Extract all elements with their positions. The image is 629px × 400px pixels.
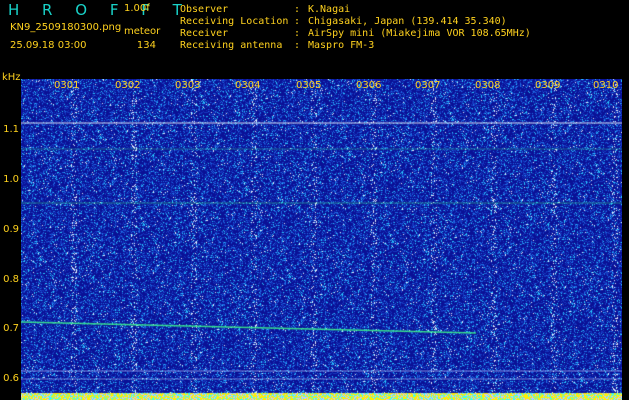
meta-key: Receiving Location (180, 16, 289, 27)
y-tick-label: 0.9 (3, 224, 19, 235)
x-tick-label: 0305 (296, 80, 322, 91)
app-brand: H R O F F T (8, 1, 191, 19)
meta-value: K.Nagai (308, 4, 351, 15)
app-version: 1.00f (124, 3, 150, 14)
meta-antenna: Receiving antenna: Maspro FM-3 (180, 40, 374, 51)
x-tick-label: 0303 (175, 80, 201, 91)
x-tick-label: 0302 (115, 80, 141, 91)
x-tick-label: 0301 (54, 80, 80, 91)
meta-value: Maspro FM-3 (308, 40, 375, 51)
meta-colon: : (294, 28, 301, 39)
x-tick-label: 0307 (415, 80, 441, 91)
x-tick-label: 0308 (475, 80, 501, 91)
meta-observer: Observer: K.Nagai (180, 4, 350, 15)
meta-colon: : (294, 16, 301, 27)
hrofft-window: H R O F F T 1.00f KN9_2509180300.png met… (0, 0, 629, 400)
mode-label: meteor (124, 26, 161, 37)
x-tick-label: 0309 (535, 80, 561, 91)
meteor-count: 134 (136, 40, 156, 51)
file-name: KN9_2509180300.png (10, 22, 122, 33)
meta-colon: : (294, 4, 301, 15)
y-tick-label: 0.8 (3, 274, 19, 285)
meta-key: Observer (180, 4, 229, 15)
x-tick-label: 0306 (356, 80, 382, 91)
y-axis-unit: kHz (2, 72, 21, 83)
x-tick-label: 0310 (593, 80, 619, 91)
meta-receiver: Receiver: AirSpy mini (Miakejima VOR 108.… (180, 28, 531, 39)
meta-value: AirSpy mini (Miakejima VOR 108.65MHz) (308, 28, 531, 39)
spectrogram-canvas (21, 79, 622, 400)
meta-colon: : (294, 40, 301, 51)
y-tick-label: 1.0 (3, 174, 19, 185)
timestamp: 25.09.18 03:00 (10, 40, 87, 51)
meta-value: Chigasaki, Japan (139.414 35.340) (308, 16, 507, 27)
x-tick-label: 0304 (235, 80, 261, 91)
meta-location: Receiving Location: Chigasaki, Japan (139… (180, 16, 507, 27)
meta-key: Receiving antenna (180, 40, 283, 51)
y-tick-label: 1.1 (3, 124, 19, 135)
y-tick-label: 0.7 (3, 323, 19, 334)
meta-key: Receiver (180, 28, 229, 39)
y-tick-label: 0.6 (3, 373, 19, 384)
